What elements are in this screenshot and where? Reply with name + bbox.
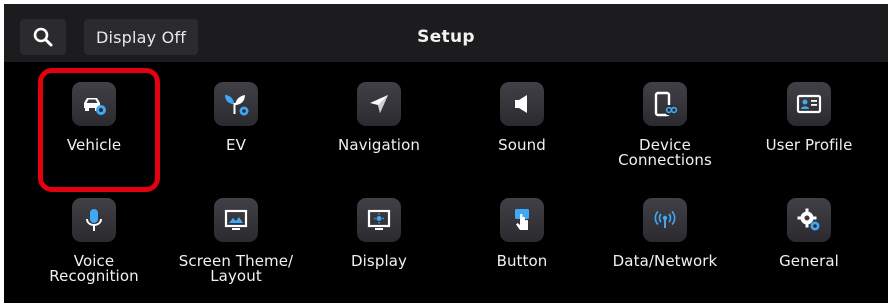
- leaf-gear-icon: [225, 95, 249, 116]
- menu-item-label: User Profile: [765, 136, 853, 154]
- menu-item-label: Display: [351, 252, 407, 270]
- monitor-brightness-icon: [367, 209, 391, 230]
- menu-item-ev[interactable]: EV: [171, 82, 301, 153]
- menu-item-label: Voice Recognition: [49, 252, 139, 285]
- menu-item-label: EV: [226, 136, 246, 154]
- id-card-icon: [796, 94, 822, 114]
- icon-tile: [500, 82, 544, 126]
- menu-item-device-connections[interactable]: Device Connections: [600, 82, 730, 168]
- top-bar: Display Off Setup: [4, 4, 888, 62]
- finger-press-icon: [515, 209, 529, 230]
- gears-icon: [797, 208, 820, 231]
- menu-item-label: Data/Network: [612, 252, 718, 270]
- menu-item-label: Navigation: [338, 136, 420, 154]
- search-icon: [33, 27, 53, 47]
- compass-arrow-icon: [370, 95, 388, 113]
- icon-tile: [500, 198, 544, 242]
- icon-tile: [787, 82, 831, 126]
- menu-item-general[interactable]: General: [744, 198, 874, 269]
- menu-item-label: Device Connections: [618, 136, 712, 169]
- icon-tile: [214, 198, 258, 242]
- menu-item-label: Screen Theme/ Layout: [178, 252, 294, 285]
- menu-item-data-network[interactable]: Data/Network: [600, 198, 730, 269]
- menu-item-label: General: [779, 252, 839, 270]
- menu-item-screen-theme-layout[interactable]: Screen Theme/ Layout: [171, 198, 301, 284]
- antenna-signal-icon: [654, 210, 676, 228]
- selection-highlight: [38, 68, 160, 192]
- menu-item-navigation[interactable]: Navigation: [314, 82, 444, 153]
- icon-tile: [787, 198, 831, 242]
- menu-item-sound[interactable]: Sound: [457, 82, 587, 153]
- setup-screen: Display Off Setup Vehicle EV Navigation …: [4, 4, 888, 303]
- icon-tile: [357, 198, 401, 242]
- menu-item-label: Button: [496, 252, 548, 270]
- icon-tile: [72, 198, 116, 242]
- menu-item-voice-recognition[interactable]: Voice Recognition: [29, 198, 159, 284]
- menu-item-display[interactable]: Display: [314, 198, 444, 269]
- icon-tile: [643, 198, 687, 242]
- display-off-label: Display Off: [95, 27, 187, 47]
- phone-connect-icon: [654, 91, 678, 117]
- icon-tile: [357, 82, 401, 126]
- microphone-icon: [86, 209, 102, 231]
- display-off-button[interactable]: Display Off: [84, 19, 198, 55]
- speaker-icon: [515, 95, 527, 113]
- menu-item-button[interactable]: Button: [457, 198, 587, 269]
- icon-tile: [643, 82, 687, 126]
- menu-item-user-profile[interactable]: User Profile: [744, 82, 874, 153]
- search-button[interactable]: [20, 19, 66, 55]
- picture-monitor-icon: [224, 209, 248, 230]
- icon-tile: [214, 82, 258, 126]
- menu-item-label: Sound: [498, 136, 546, 154]
